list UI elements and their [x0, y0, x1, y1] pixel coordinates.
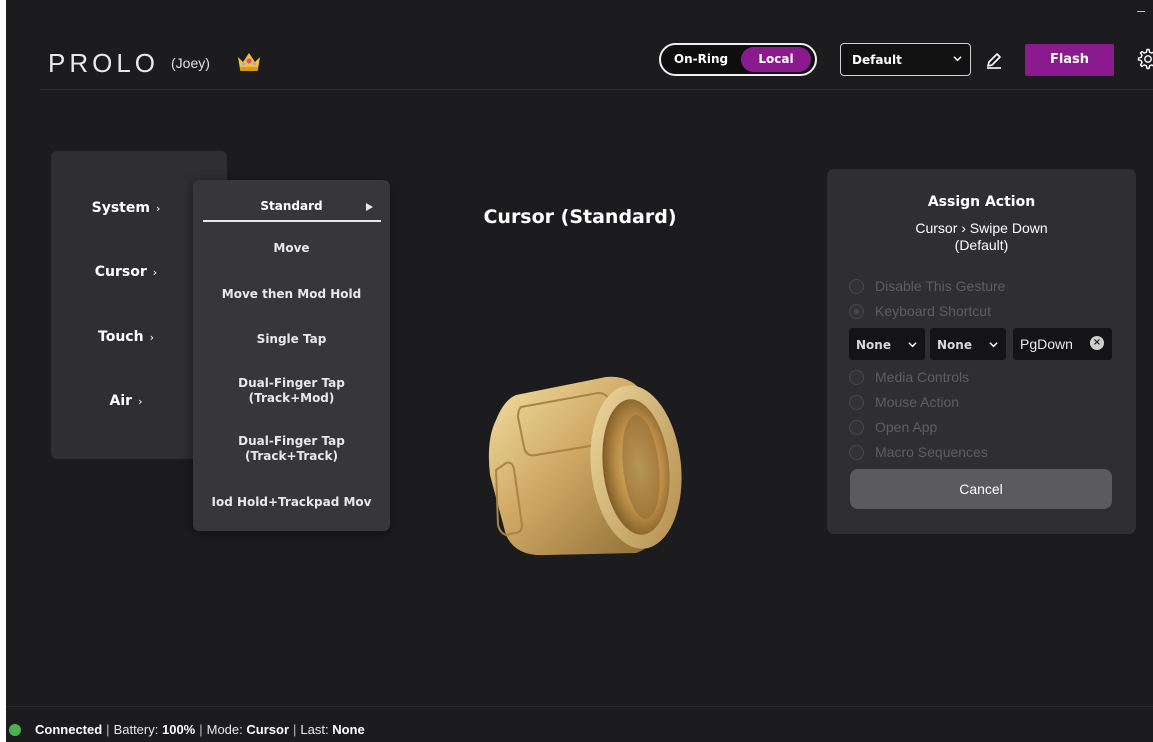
modifier-select-1[interactable]: None	[849, 328, 925, 360]
category-system[interactable]: System ›	[51, 200, 201, 216]
profile-select-value: Default	[852, 53, 902, 67]
toggle-local[interactable]: Local	[741, 47, 811, 72]
gear-icon[interactable]	[1135, 47, 1153, 71]
submenu-item-single-tap[interactable]: Single Tap	[193, 332, 390, 347]
submenu-item-move-then-mod-hold[interactable]: Move then Mod Hold	[193, 287, 390, 302]
chevron-down-icon	[908, 342, 917, 348]
submenu-item-move[interactable]: Move	[193, 241, 390, 256]
assign-title: Assign Action	[927, 194, 1036, 210]
option-label: Disable This Gesture	[875, 278, 1006, 294]
cursor-submenu: Standard Move Move then Mod Hold Single …	[193, 180, 390, 531]
chevron-right-icon: ›	[155, 202, 161, 215]
category-label: Touch	[98, 329, 144, 345]
category-air[interactable]: Air ›	[51, 393, 201, 409]
radio-button[interactable]	[849, 370, 864, 385]
username-label: (Joey)	[171, 55, 210, 71]
category-touch[interactable]: Touch ›	[51, 329, 201, 345]
radio-button[interactable]	[849, 279, 864, 294]
minimize-button[interactable]: –	[1137, 2, 1145, 18]
option-label: Macro Sequences	[875, 444, 988, 460]
selected-underline	[203, 220, 381, 222]
gesture-path: Cursor › Swipe Down (Default)	[827, 220, 1136, 254]
radio-button[interactable]	[849, 395, 864, 410]
status-text: Connected | Battery: 100% | Mode: Cursor | Las…	[35, 722, 365, 737]
mode-label: Mode:	[206, 722, 243, 737]
separator: |	[106, 722, 110, 737]
crown-icon	[238, 53, 260, 71]
ring-device-image	[488, 376, 682, 556]
separator: |	[293, 722, 297, 737]
profile-select[interactable]: Default	[840, 43, 971, 76]
gesture-path-line1: Cursor › Swipe Down	[915, 220, 1048, 236]
toggle-on-ring[interactable]: On-Ring	[665, 47, 737, 72]
status-bar: Connected | Battery: 100% | Mode: Cursor | Las…	[6, 706, 1153, 742]
radio-button[interactable]	[849, 420, 864, 435]
separator: |	[199, 722, 203, 737]
last-value: None	[332, 722, 365, 737]
gesture-title: Cursor (Standard)	[483, 206, 677, 228]
category-label: Cursor	[94, 264, 147, 280]
gesture-path-line2: (Default)	[954, 237, 1009, 253]
modifier-select-2[interactable]: None	[930, 328, 1006, 360]
key-input[interactable]: PgDown ×	[1013, 328, 1112, 360]
chevron-down-icon	[953, 56, 962, 62]
option-label: Keyboard Shortcut	[875, 303, 991, 319]
app-window: – PROLO (Joey) On-Ring Local Default Fla…	[6, 0, 1153, 742]
header-bar: PROLO (Joey) On-Ring Local Default Flash	[40, 42, 1153, 90]
edit-icon[interactable]	[984, 50, 1004, 70]
submenu-item-dual-finger-tap-track-mod[interactable]: Dual-Finger Tap (Track+Mod)	[193, 376, 390, 406]
category-label: Air	[109, 393, 133, 409]
mode-toggle: On-Ring Local	[659, 43, 817, 76]
option-label: Mouse Action	[875, 394, 960, 410]
clear-icon[interactable]: ×	[1090, 336, 1104, 350]
app-logo: PROLO	[48, 48, 160, 78]
modifier-value: None	[856, 338, 891, 352]
key-value: PgDown	[1020, 336, 1073, 352]
radio-button-selected[interactable]	[849, 304, 864, 319]
last-label: Last:	[300, 722, 329, 737]
chevron-down-icon	[989, 342, 998, 348]
submenu-item-dual-finger-tap-track-track[interactable]: Dual-Finger Tap (Track+Track)	[193, 434, 390, 464]
submenu-item-standard[interactable]: Standard	[193, 199, 390, 214]
play-arrow-icon	[366, 203, 373, 211]
category-label: System	[91, 200, 150, 216]
submenu-item-mod-hold-trackpad-move[interactable]: Iod Hold+Trackpad Mov	[193, 495, 390, 510]
radio-button[interactable]	[849, 445, 864, 460]
option-label: Media Controls	[875, 369, 970, 385]
assign-action-panel: Assign Action Cursor › Swipe Down (Defau…	[827, 169, 1136, 534]
flash-button[interactable]: Flash	[1025, 44, 1114, 76]
chevron-right-icon: ›	[149, 331, 154, 344]
chevron-right-icon: ›	[152, 266, 158, 279]
category-cursor[interactable]: Cursor ›	[51, 264, 201, 280]
connection-status: Connected	[35, 722, 103, 737]
modifier-value: None	[937, 338, 972, 352]
cancel-button[interactable]: Cancel	[850, 469, 1112, 509]
option-label: Open App	[875, 419, 938, 435]
battery-value: 100%	[161, 722, 196, 737]
chevron-right-icon: ›	[138, 395, 143, 408]
mode-value: Cursor	[246, 722, 290, 737]
battery-label: Battery:	[113, 722, 159, 737]
connection-status-dot	[9, 724, 21, 736]
